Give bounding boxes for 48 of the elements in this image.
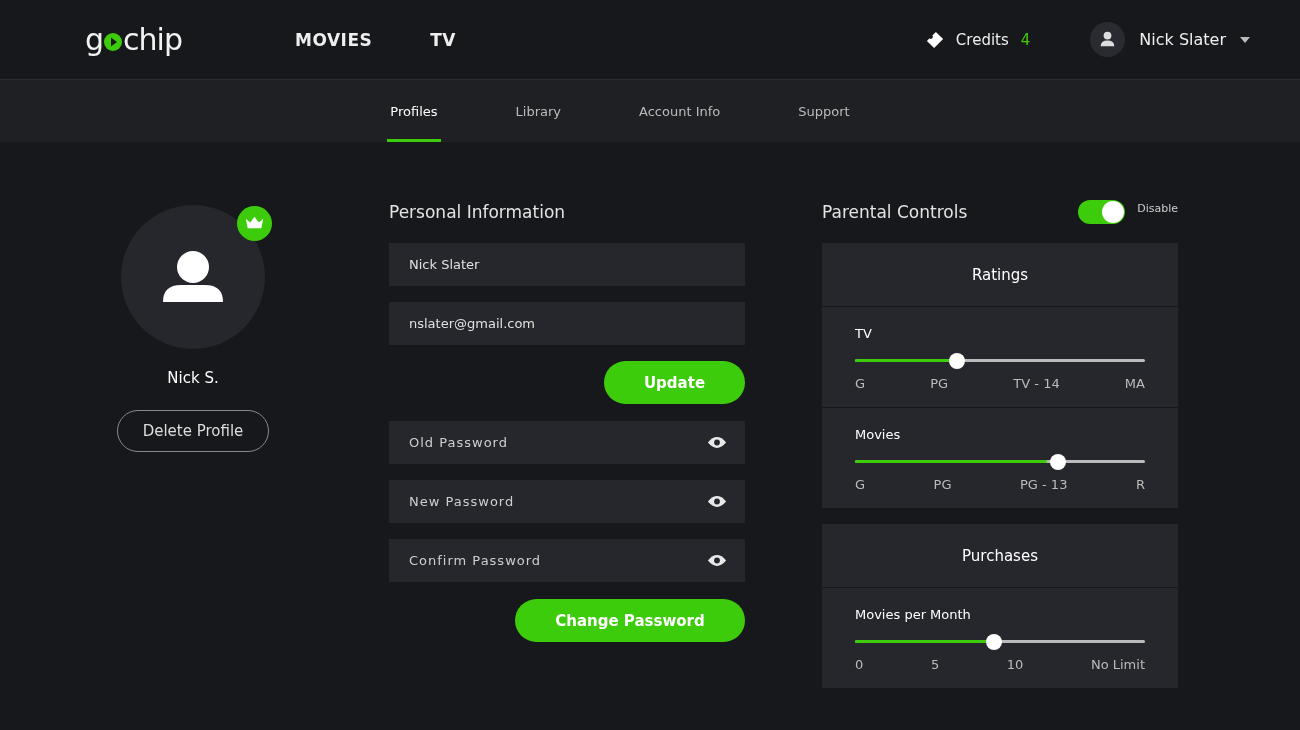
panel-title: Purchases <box>822 524 1178 588</box>
tick-label: G <box>855 376 866 391</box>
password-field[interactable]: Old Password <box>389 421 745 464</box>
play-icon <box>103 31 124 52</box>
slider-label: Movies <box>855 427 902 442</box>
tick-label: 5 <box>930 657 940 672</box>
user-avatar-icon[interactable] <box>1090 22 1126 57</box>
nav-link[interactable]: MOVIES <box>295 29 373 50</box>
credits-label: Credits <box>955 30 1009 49</box>
tick-label: 10 <box>1006 657 1024 672</box>
tick-label: PG - 13 <box>1020 477 1068 492</box>
eye-icon[interactable] <box>707 495 727 508</box>
gochip-logo[interactable]: g chip <box>85 22 245 57</box>
tick-label: PG <box>930 376 949 391</box>
credits-count: 4 <box>1020 30 1031 49</box>
tick-label: PG <box>933 477 952 492</box>
toggle-label: Disable <box>1137 202 1178 215</box>
user-name[interactable]: Nick Slater <box>1139 30 1226 49</box>
tick-label: MA <box>1124 376 1145 391</box>
tab[interactable]: Account Info <box>636 80 724 142</box>
slider-thumb[interactable] <box>1049 454 1066 470</box>
ticket-icon <box>925 30 944 49</box>
tab[interactable]: Profiles <box>387 80 441 142</box>
password-field[interactable]: New Password <box>389 480 745 523</box>
caret-icon[interactable] <box>1240 36 1250 43</box>
section-title: Personal Information <box>389 202 567 224</box>
eye-icon[interactable] <box>707 554 727 567</box>
slider-label: TV <box>855 326 873 341</box>
slider-thumb[interactable] <box>986 634 1003 650</box>
password-field[interactable]: Confirm Password <box>389 539 745 582</box>
tab[interactable]: Library <box>512 80 564 142</box>
slider-thumb[interactable] <box>949 353 966 369</box>
name-field[interactable]: Nick Slater <box>389 243 745 286</box>
tick-label: TV - 14 <box>1013 376 1060 391</box>
tick-label: No Limit <box>1090 657 1145 672</box>
profile-avatar-icon <box>121 205 265 349</box>
profile-name: Nick S. <box>167 369 219 387</box>
tick-label: 0 <box>855 657 864 672</box>
nav-link[interactable]: TV <box>430 29 457 50</box>
tick-label: G <box>855 477 866 492</box>
tab[interactable]: Support <box>795 80 853 142</box>
email-field[interactable]: nslater@gmail.com <box>389 302 745 345</box>
panel-title: Ratings <box>822 243 1178 307</box>
section-title: Parental Controls <box>822 202 969 224</box>
eye-icon[interactable] <box>707 436 727 449</box>
slider-label: Movies per Month <box>855 607 972 622</box>
parental-toggle[interactable] <box>1078 200 1126 224</box>
tick-label: R <box>1135 477 1145 492</box>
